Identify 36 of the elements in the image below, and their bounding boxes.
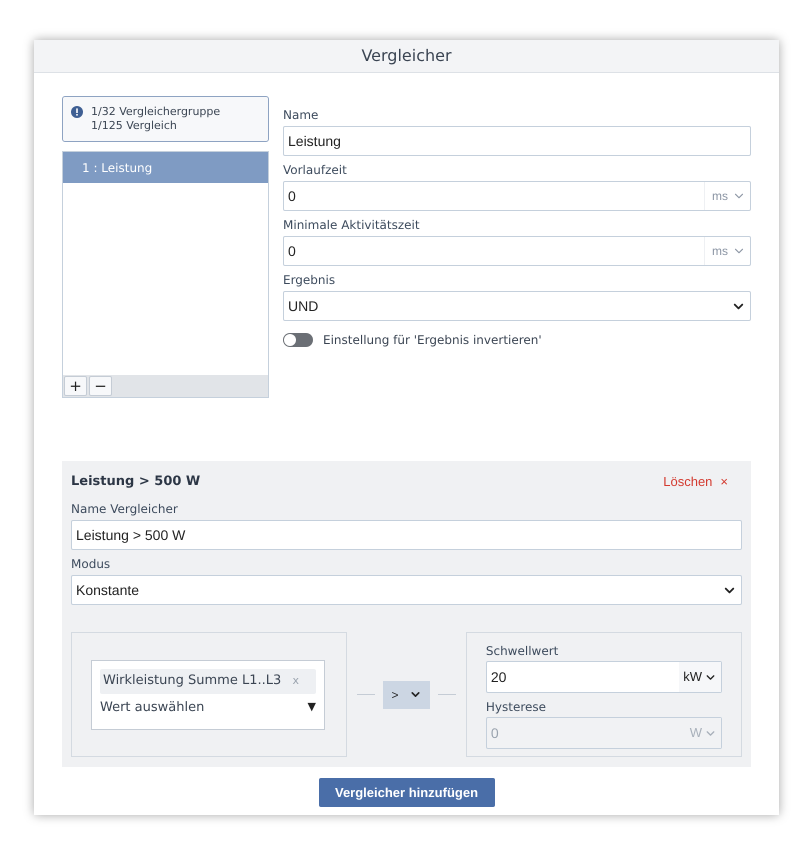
- field-value: 0: [288, 186, 297, 206]
- window-title: Vergleicher: [361, 45, 452, 67]
- add-button[interactable]: Vergleicher hinzufügen: [318, 778, 494, 807]
- dropdown-arrow: ▼: [308, 699, 316, 715]
- field-label: Vorlaufzeit: [283, 162, 348, 178]
- text-field[interactable]: Leistung: [283, 126, 751, 156]
- field-label: Name: [283, 107, 320, 123]
- value-placeholder: Wert auswählen: [100, 698, 204, 716]
- field-value: 20: [490, 668, 508, 686]
- alert-icon: [71, 106, 83, 118]
- field-label: Minimale Aktivitätszeit: [283, 217, 421, 233]
- field-label: Modus: [71, 556, 112, 572]
- text-field[interactable]: Leistung > 500 W: [71, 520, 742, 550]
- number-field[interactable]: 20 kW: [486, 661, 722, 693]
- field-value: 0: [490, 724, 500, 742]
- unit-dropdown[interactable]: kW: [679, 662, 722, 692]
- select-field[interactable]: Konstante: [71, 575, 742, 605]
- value-select[interactable]: Wirkleistung Summe L1..L3 x Wert auswählen ▼: [91, 660, 325, 730]
- number-field[interactable]: 0 ms: [283, 181, 751, 211]
- info-text: 1/32 Vergleichergruppe: [91, 105, 220, 119]
- delete-button[interactable]: Löschen ×: [663, 472, 728, 492]
- operator-select[interactable]: >: [383, 680, 430, 708]
- value-tag: Wirkleistung Summe L1..L3 x: [100, 668, 316, 694]
- field-label: Schwellwert: [486, 643, 560, 659]
- comparator-title: Leistung > 500 W: [71, 473, 200, 492]
- select-field[interactable]: UND: [283, 291, 751, 321]
- field-label: Name Vergleicher: [71, 501, 179, 517]
- toggle-switch[interactable]: [283, 333, 313, 347]
- list-button[interactable]: −: [89, 376, 112, 396]
- field-label: Hysterese: [486, 699, 548, 715]
- info-text: 1/125 Vergleich: [91, 119, 178, 133]
- field-label: Ergebnis: [283, 272, 336, 288]
- list-button[interactable]: +: [64, 376, 87, 396]
- toggle-label: Einstellung für 'Ergebnis invertieren': [323, 332, 542, 349]
- field-value: 0: [288, 242, 297, 260]
- number-field[interactable]: 0 ms: [283, 236, 751, 266]
